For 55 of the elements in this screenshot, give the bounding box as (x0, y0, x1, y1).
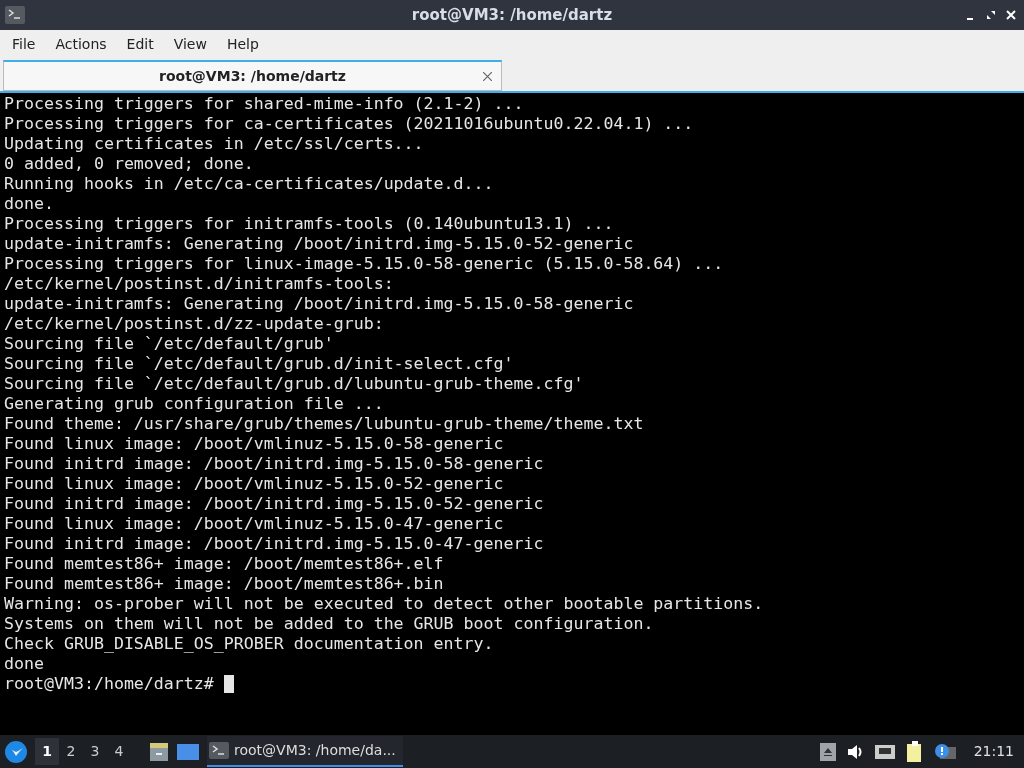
terminal-line: update-initramfs: Generating /boot/initrd.img-5.15.0-58-generic (4, 294, 634, 314)
terminal-line: Found memtest86+ image: /boot/memtest86+.bin (4, 574, 444, 594)
terminal-line: Updating certificates in /etc/ssl/certs... (4, 134, 424, 154)
file-manager-icon[interactable] (149, 741, 169, 762)
terminal-icon (209, 742, 229, 759)
terminal-line: Sourcing file `/etc/default/grub.d/init-select.cfg' (4, 354, 514, 374)
menu-item[interactable]: Edit (116, 33, 164, 55)
terminal-line: Found linux image: /boot/vmlinuz-5.15.0-52-generic (4, 474, 504, 494)
maximize-icon[interactable] (986, 10, 996, 20)
terminal-line: Processing triggers for shared-mime-info (2.1-2) ... (4, 94, 524, 114)
eject-icon[interactable] (819, 742, 836, 761)
terminal-line: Found memtest86+ image: /boot/memtest86+.elf (4, 554, 444, 574)
terminal-line: Processing triggers for ca-certificates (20211016ubuntu0.22.04.1) ... (4, 114, 694, 134)
terminal-line: done (4, 654, 44, 674)
terminal-line: Running hooks in /etc/ca-certificates/update.d... (4, 174, 494, 194)
terminal-line: Sourcing file `/etc/default/grub' (4, 334, 334, 354)
shell-prompt: root@VM3:/home/dartz# (4, 674, 215, 694)
workspace-button[interactable]: 1 (35, 738, 59, 765)
terminal-line: done. (4, 194, 54, 214)
workspace-button[interactable]: 3 (83, 738, 107, 765)
terminal-line: /etc/kernel/postinst.d/initramfs-tools: (4, 274, 394, 294)
terminal-line: Found initrd image: /boot/initrd.img-5.15.0-58-generic (4, 454, 544, 474)
window-title: root@VM3: /home/dartz (411, 4, 613, 26)
taskbar-button[interactable]: root@VM3: /home/da... (207, 736, 403, 767)
terminal-line: Systems on them will not be added to the GRUB boot configuration. (4, 614, 654, 634)
terminal-icon (5, 6, 25, 24)
clock[interactable]: 21:11 (973, 741, 1014, 762)
desktop-icon[interactable] (177, 742, 199, 761)
menu-item[interactable]: View (163, 33, 217, 55)
menu-item[interactable]: Help (216, 33, 269, 55)
text-cursor (223, 675, 234, 693)
terminal-line: 0 added, 0 removed; done. (4, 154, 254, 174)
volume-icon[interactable] (845, 743, 864, 760)
start-menu-icon[interactable] (5, 740, 27, 763)
terminal-line: /etc/kernel/postinst.d/zz-update-grub: (4, 314, 384, 334)
terminal-line: update-initramfs: Generating /boot/initrd.img-5.15.0-52-generic (4, 234, 634, 254)
network-icon[interactable] (873, 743, 896, 760)
terminal-line: Warning: os-prober will not be executed to detect other bootable partitions. (4, 594, 764, 614)
terminal-line: Found initrd image: /boot/initrd.img-5.15.0-52-generic (4, 494, 544, 514)
menu-item[interactable]: Actions (45, 33, 117, 55)
clipboard-icon[interactable] (905, 740, 924, 763)
workspace-button[interactable]: 2 (59, 738, 83, 765)
terminal-line: Generating grub configuration file ... (4, 394, 384, 414)
terminal-line: Sourcing file `/etc/default/grub.d/lubuntu-grub-theme.cfg' (4, 374, 584, 394)
tab[interactable]: root@VM3: /home/dartz (3, 60, 502, 91)
terminal-line: Found linux image: /boot/vmlinuz-5.15.0-47-generic (4, 514, 504, 534)
workspace-button[interactable]: 4 (107, 738, 131, 765)
terminal-line: Found theme: /usr/share/grub/themes/lubuntu-grub-theme/theme.txt (4, 414, 644, 434)
terminal-line: Processing triggers for linux-image-5.15.0-58-generic (5.15.0-58.64) ... (4, 254, 724, 274)
terminal-line: Found initrd image: /boot/initrd.img-5.15.0-47-generic (4, 534, 544, 554)
terminal-line: Found linux image: /boot/vmlinuz-5.15.0-58-generic (4, 434, 504, 454)
menu-item[interactable]: File (2, 33, 46, 55)
terminal-line: Check GRUB_DISABLE_OS_PROBER documentation entry. (4, 634, 494, 654)
notification-icon[interactable] (933, 742, 956, 761)
terminal-line: Processing triggers for initramfs-tools (0.140ubuntu13.1) ... (4, 214, 614, 234)
